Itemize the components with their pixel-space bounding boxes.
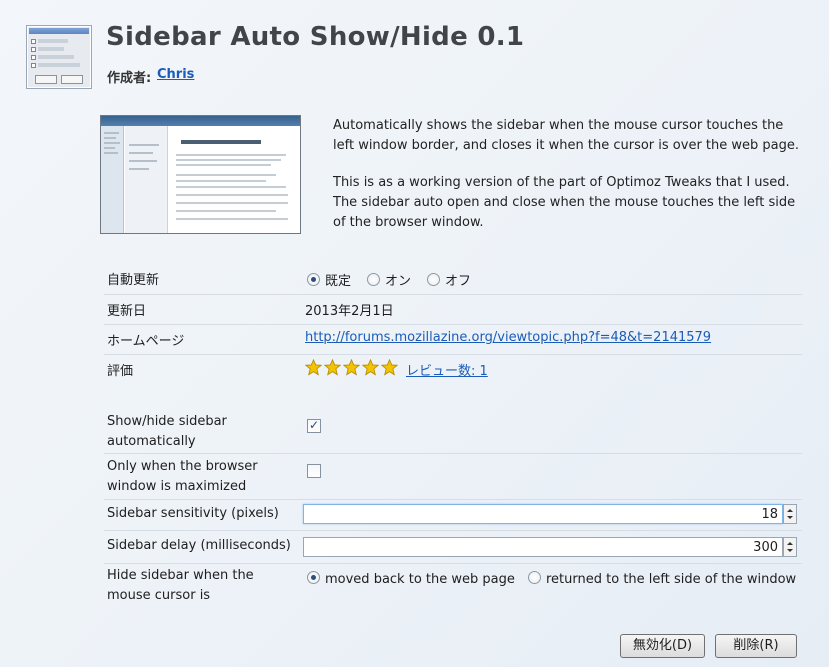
homepage-label: ホームページ	[107, 334, 185, 349]
updated-label: 更新日	[107, 304, 147, 319]
divider	[104, 563, 802, 564]
delay-value: 300	[753, 540, 778, 555]
divider	[104, 294, 802, 295]
rating-stars	[305, 359, 400, 380]
auto-update-default-radio[interactable]: 既定	[307, 270, 351, 289]
homepage-link[interactable]: http://forums.mozillazine.org/viewtopic.…	[305, 330, 711, 345]
spin-down-icon[interactable]	[787, 549, 793, 552]
divider	[104, 499, 802, 500]
star-icon	[343, 359, 360, 376]
remove-button[interactable]: 削除(R)	[715, 634, 797, 658]
only-maximized-label: Only when the browser window is maximize…	[107, 459, 258, 494]
star-icon	[305, 359, 322, 376]
hide-when-leftside-radio[interactable]: returned to the left side of the window	[528, 571, 796, 587]
show-hide-checkbox[interactable]	[307, 418, 321, 433]
auto-update-label: 自動更新	[107, 273, 160, 288]
sensitivity-label: Sidebar sensitivity (pixels)	[107, 506, 279, 521]
divider	[104, 324, 802, 325]
radio-selected-icon	[307, 273, 320, 286]
sensitivity-input[interactable]: 18	[303, 504, 783, 524]
hide-when-option-leftside: returned to the left side of the window	[546, 572, 797, 587]
disable-button[interactable]: 無効化(D)	[620, 634, 705, 658]
sensitivity-value: 18	[761, 507, 778, 522]
star-icon	[362, 359, 379, 376]
radio-icon	[367, 273, 380, 286]
addon-icon	[26, 25, 92, 89]
description-paragraph-1: Automatically shows the sidebar when the…	[333, 118, 800, 153]
delay-input[interactable]: 300	[303, 537, 783, 557]
auto-update-off-radio[interactable]: オフ	[427, 270, 471, 289]
sensitivity-spinner[interactable]	[783, 504, 797, 524]
auto-update-option-off: オフ	[445, 274, 472, 289]
star-icon	[381, 359, 398, 376]
spin-up-icon[interactable]	[787, 542, 793, 545]
star-icon	[324, 359, 341, 376]
spin-down-icon[interactable]	[787, 516, 793, 519]
author-link[interactable]: Chris	[157, 67, 194, 82]
divider	[104, 453, 802, 454]
radio-icon	[528, 571, 541, 584]
addon-screenshot[interactable]	[100, 115, 301, 234]
only-maximized-checkbox[interactable]	[307, 464, 321, 478]
divider	[104, 354, 802, 355]
rating-label: 評価	[107, 364, 134, 379]
auto-update-option-on: オン	[385, 274, 412, 289]
hide-when-webpage-radio[interactable]: moved back to the web page	[307, 571, 515, 587]
reviews-link[interactable]: レビュー数: 1	[406, 360, 488, 379]
delay-spinner[interactable]	[783, 537, 797, 557]
spin-up-icon[interactable]	[787, 509, 793, 512]
description-paragraph-2: This is as a working version of the part…	[333, 175, 796, 230]
auto-update-option-default: 既定	[325, 274, 352, 289]
show-hide-label: Show/hide sidebar automatically	[107, 414, 227, 449]
addon-title: Sidebar Auto Show/Hide 0.1	[106, 22, 525, 52]
hide-when-label: Hide sidebar when the mouse cursor is	[107, 568, 254, 603]
author-label: 作成者:	[107, 71, 152, 86]
radio-selected-icon	[307, 571, 320, 584]
delay-label: Sidebar delay (milliseconds)	[107, 538, 291, 553]
divider	[104, 530, 802, 531]
hide-when-option-webpage: moved back to the web page	[325, 572, 515, 587]
updated-value: 2013年2月1日	[305, 304, 394, 319]
auto-update-on-radio[interactable]: オン	[367, 270, 411, 289]
radio-icon	[427, 273, 440, 286]
